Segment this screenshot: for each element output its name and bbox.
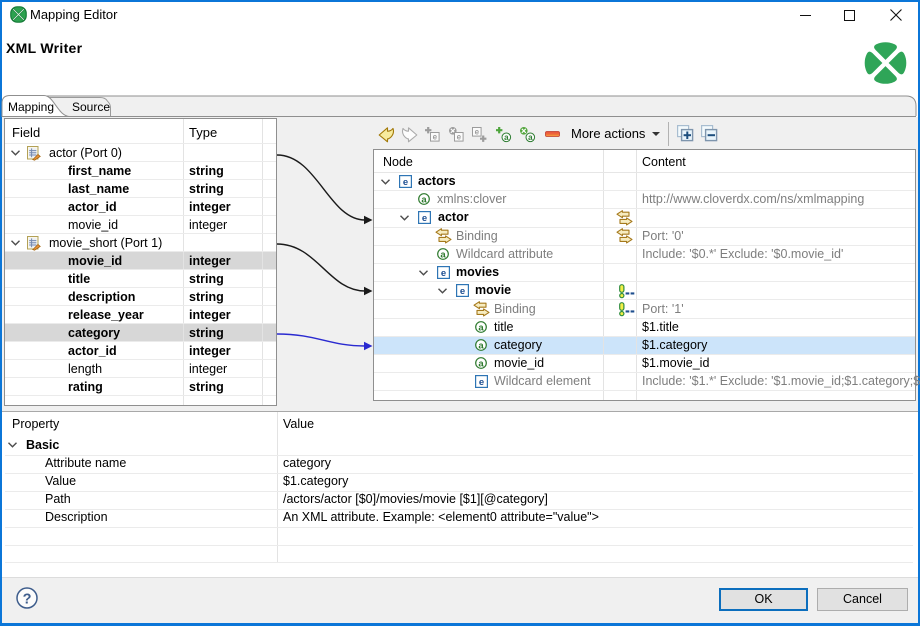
svg-text:e: e [403,176,408,187]
svg-text:?: ? [23,592,32,608]
svg-text:a: a [504,133,509,142]
svg-text:e: e [457,133,462,142]
svg-text:e: e [475,128,480,137]
svg-text:e: e [441,267,446,278]
svg-text:a: a [478,340,484,351]
svg-text:a: a [478,358,484,369]
svg-text:e: e [422,213,427,224]
svg-text:e: e [479,376,484,387]
svg-text:a: a [440,249,446,260]
svg-text:e: e [460,285,465,296]
svg-text:a: a [478,322,484,333]
svg-text:a: a [528,133,533,142]
svg-text:e: e [433,133,438,142]
svg-text:a: a [421,195,427,206]
